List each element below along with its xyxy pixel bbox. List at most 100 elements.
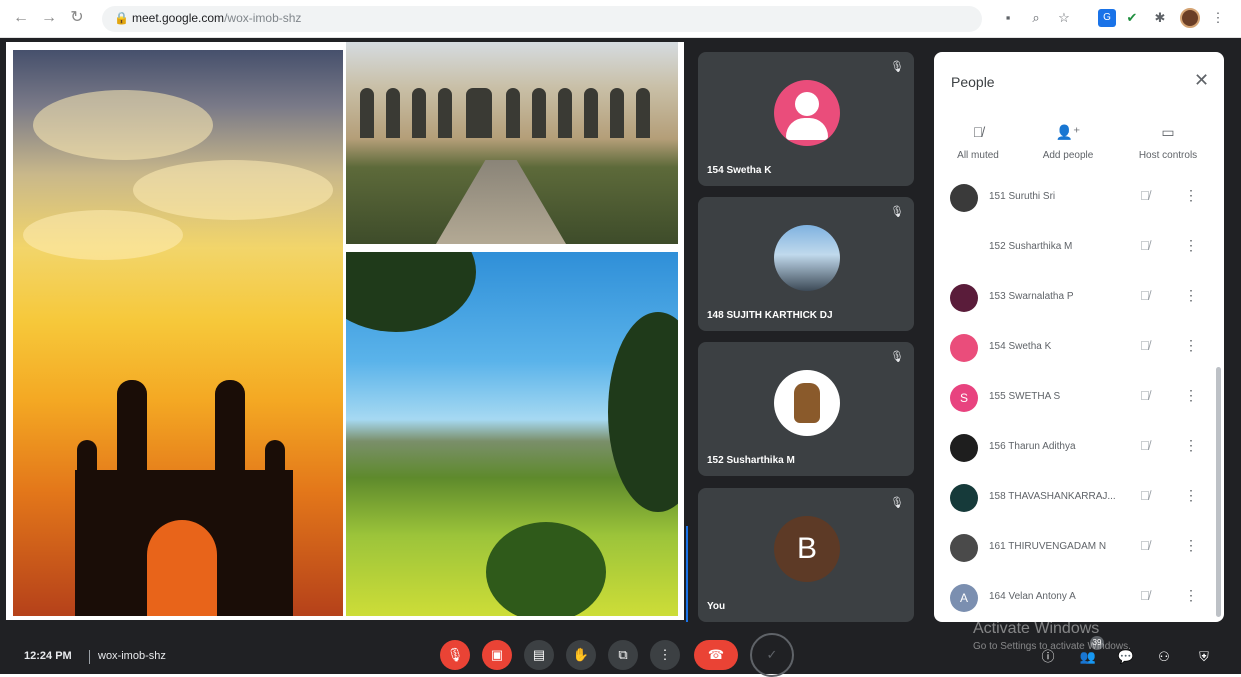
check-icon: ✓ bbox=[766, 647, 778, 662]
camera-icon[interactable]: ▪ bbox=[998, 8, 1018, 28]
mic-off-icon: 🎙̸ bbox=[972, 124, 984, 140]
puzzle-icon[interactable]: ✱ bbox=[1150, 8, 1170, 28]
more-vert-icon[interactable]: ⋮ bbox=[1184, 537, 1198, 554]
activities-icon[interactable]: ⚇ bbox=[1154, 647, 1174, 667]
host-controls-icon: ▭ bbox=[1161, 124, 1175, 140]
list-item[interactable]: S 155 SWETHA S 🎙̸ ⋮ bbox=[934, 374, 1224, 424]
url-text[interactable]: meet.google.com/wox-imob-shz bbox=[132, 11, 301, 25]
leave-call-button[interactable]: ☎ bbox=[694, 640, 738, 670]
list-item[interactable]: 158 THAVASHANKARRAJ... 🎙̸ ⋮ bbox=[934, 474, 1224, 524]
participant-name: 153 Swarnalatha P bbox=[989, 291, 1074, 302]
list-item[interactable]: 161 THIRUVENGADAM N 🎙̸ ⋮ bbox=[934, 524, 1224, 574]
participant-name: 158 THAVASHANKARRAJ... bbox=[989, 491, 1116, 502]
participant-tile[interactable]: 🎙 148 SUJITH KARTHICK DJ bbox=[698, 197, 914, 331]
list-item[interactable]: 151 Suruthi Sri 🎙̸ ⋮ bbox=[934, 180, 1224, 224]
mic-off-icon: 🎙̸ bbox=[1140, 488, 1150, 503]
more-vert-icon[interactable]: ⋮ bbox=[1184, 587, 1198, 604]
address-bar[interactable]: 🔒 meet.google.com/wox-imob-shz bbox=[102, 6, 982, 32]
participant-name: 156 Tharun Adithya bbox=[989, 441, 1076, 452]
hand-icon: ✋ bbox=[572, 647, 590, 662]
mic-off-icon: 🎙 bbox=[890, 61, 904, 73]
avatar bbox=[774, 370, 840, 436]
host-controls-icon[interactable]: ⛨ bbox=[1194, 647, 1214, 667]
reload-icon[interactable]: ↻ bbox=[66, 7, 88, 29]
avatar: B bbox=[774, 516, 840, 582]
list-item[interactable]: A 164 Velan Antony A 🎙̸ ⋮ bbox=[934, 574, 1224, 620]
participant-name: 152 Susharthika M bbox=[989, 241, 1073, 252]
more-options-button[interactable]: ⋮ bbox=[650, 640, 680, 670]
participant-name: 148 SUJITH KARTHICK DJ bbox=[707, 310, 833, 321]
participant-name: 164 Velan Antony A bbox=[989, 591, 1076, 602]
list-item[interactable]: 153 Swarnalatha P 🎙̸ ⋮ bbox=[934, 274, 1224, 324]
avatar bbox=[950, 284, 978, 312]
palace-gate-photo bbox=[346, 42, 678, 244]
list-item[interactable]: 154 Swetha K 🎙̸ ⋮ bbox=[934, 324, 1224, 374]
panel-title: People bbox=[951, 74, 995, 90]
raise-hand-button[interactable]: ✋ bbox=[566, 640, 596, 670]
mic-off-icon: 🎙̸ bbox=[1140, 388, 1150, 403]
profile-avatar[interactable] bbox=[1180, 8, 1200, 28]
participant-name: You bbox=[707, 601, 726, 612]
back-icon[interactable]: ← bbox=[10, 7, 32, 29]
more-vert-icon[interactable]: ⋮ bbox=[1184, 387, 1198, 404]
mic-off-icon: 🎙 bbox=[890, 497, 904, 509]
mic-off-icon: 🎙 bbox=[890, 206, 904, 218]
add-people-button[interactable]: 👤⁺ Add people bbox=[1028, 124, 1108, 161]
avatar: A bbox=[950, 584, 978, 612]
captions-button[interactable]: ▤ bbox=[524, 640, 554, 670]
action-label: Host controls bbox=[1138, 150, 1198, 161]
avatar bbox=[950, 434, 978, 462]
scrollbar[interactable] bbox=[1216, 367, 1221, 617]
action-label: All muted bbox=[957, 150, 999, 161]
mic-off-icon: 🎙̸ bbox=[1140, 438, 1150, 453]
more-vert-icon[interactable]: ⋮ bbox=[1184, 237, 1198, 254]
more-vert-icon[interactable]: ⋮ bbox=[1184, 187, 1198, 204]
host-controls-button[interactable]: ▭ Host controls bbox=[1128, 124, 1208, 161]
close-icon[interactable]: ✕ bbox=[1194, 70, 1209, 91]
more-vert-icon[interactable]: ⋮ bbox=[1184, 487, 1198, 504]
browser-toolbar: ← → ↻ 🔒 meet.google.com/wox-imob-shz ▪ ⌕… bbox=[0, 0, 1241, 38]
participant-tile-self[interactable]: 🎙 B You bbox=[698, 488, 914, 622]
present-button[interactable]: ⧉ bbox=[608, 640, 638, 670]
hills-landscape-photo bbox=[346, 252, 678, 616]
avatar bbox=[774, 80, 840, 146]
forward-icon[interactable]: → bbox=[38, 7, 60, 29]
avatar bbox=[950, 334, 978, 362]
meeting-time: 12:24 PM bbox=[24, 650, 72, 662]
participant-tile[interactable]: 🎙 152 Susharthika M bbox=[698, 342, 914, 476]
zoom-icon[interactable]: ⌕ bbox=[1026, 8, 1046, 28]
mic-off-icon: 🎙̸ bbox=[1140, 538, 1150, 553]
avatar bbox=[950, 184, 978, 212]
list-item[interactable]: 156 Tharun Adithya 🎙̸ ⋮ bbox=[934, 424, 1224, 474]
more-vert-icon[interactable]: ⋮ bbox=[1184, 337, 1198, 354]
more-vert-icon: ⋮ bbox=[658, 647, 672, 662]
mic-toggle-button[interactable]: 🎙 bbox=[440, 640, 470, 670]
extension-button[interactable]: ✓ bbox=[750, 633, 794, 677]
mic-off-icon: 🎙̸ bbox=[1140, 338, 1150, 353]
present-icon: ⧉ bbox=[618, 647, 628, 662]
star-icon[interactable]: ☆ bbox=[1054, 8, 1074, 28]
list-item[interactable]: 152 Susharthika M 🎙̸ ⋮ bbox=[934, 224, 1224, 274]
meeting-code: wox-imob-shz bbox=[98, 650, 166, 662]
camera-off-icon: ▣ bbox=[490, 647, 504, 662]
camera-toggle-button[interactable]: ▣ bbox=[482, 640, 512, 670]
all-muted-action[interactable]: 🎙̸ All muted bbox=[938, 124, 1018, 161]
activate-windows-watermark: Activate Windows bbox=[973, 620, 1100, 637]
captions-icon: ▤ bbox=[532, 647, 546, 662]
participant-name: 161 THIRUVENGADAM N bbox=[989, 541, 1107, 552]
extension-icon[interactable]: G bbox=[1098, 9, 1116, 27]
avatar bbox=[774, 225, 840, 291]
avatar bbox=[950, 534, 978, 562]
check-icon[interactable]: ✔ bbox=[1122, 8, 1142, 28]
participant-tile[interactable]: 🎙 154 Swetha K bbox=[698, 52, 914, 186]
more-vert-icon[interactable]: ⋮ bbox=[1184, 287, 1198, 304]
people-panel: People ✕ 🎙̸ All muted 👤⁺ Add people ▭ Ho… bbox=[934, 52, 1224, 622]
divider bbox=[89, 650, 90, 664]
participant-name: 155 SWETHA S bbox=[989, 391, 1061, 402]
participant-list: 151 Suruthi Sri 🎙̸ ⋮ 152 Susharthika M 🎙̸ ⋮ 15… bbox=[934, 180, 1224, 620]
avatar: S bbox=[950, 384, 978, 412]
more-vert-icon[interactable]: ⋮ bbox=[1184, 437, 1198, 454]
menu-icon[interactable]: ⋮ bbox=[1208, 8, 1228, 28]
participant-name: 154 Swetha K bbox=[707, 165, 772, 176]
mic-off-icon: 🎙̸ bbox=[1140, 588, 1150, 603]
